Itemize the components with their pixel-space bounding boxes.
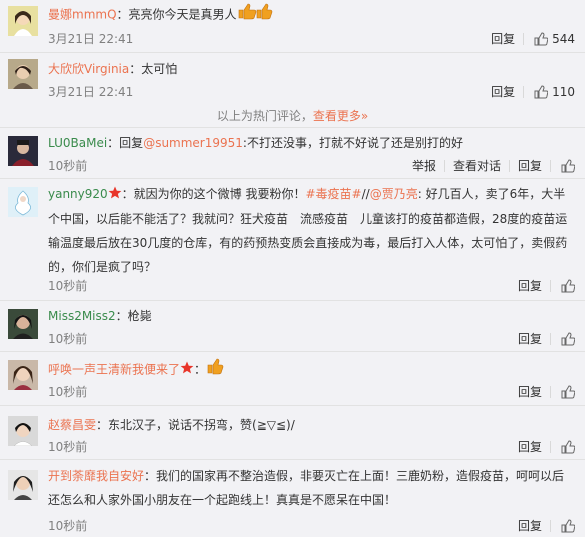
thumbs-up-icon (561, 518, 575, 533)
comment-actions: 回复 (510, 517, 575, 534)
thumbs-up-icon (534, 84, 549, 99)
reply-button[interactable]: 回复 (510, 517, 550, 534)
like-count: 544 (552, 31, 575, 46)
username[interactable]: 曼娜mmmQ (48, 8, 117, 22)
comment-text: ： (194, 362, 207, 377)
reply-button[interactable]: 回复 (483, 83, 523, 100)
username[interactable]: yanny920 (48, 187, 108, 201)
comment-actions: 回复 110 (483, 83, 575, 100)
comment-actions: 回复 (510, 383, 575, 400)
reply-button[interactable]: 回复 (483, 30, 523, 47)
timestamp: 10秒前 (48, 440, 88, 454)
comment-text: ：东北汉子，说话不拐弯，赞(≧▽≦)/ (96, 418, 295, 432)
like-count: 110 (552, 84, 575, 99)
comment-7: 赵蔡昌雯：东北汉子，说话不拐弯，赞(≧▽≦)/ 10秒前 回复 (0, 406, 585, 457)
timestamp: 3月21日 22:41 (48, 85, 134, 99)
avatar[interactable] (8, 136, 38, 166)
avatar[interactable] (8, 59, 38, 89)
comment-content: LU0BaMei：回复@summer19951:不打还没事，打就不好说了还是别打… (48, 131, 577, 155)
comment-text: ：亮亮你今天是真男人 (116, 7, 237, 22)
timestamp: 10秒前 (48, 159, 88, 173)
hot-comments-text: 以上为热门评论， (216, 109, 313, 123)
username[interactable]: 大欣欣Virginia (48, 62, 129, 76)
avatar[interactable] (8, 470, 38, 500)
comment-actions: 回复 (510, 277, 575, 294)
avatar[interactable] (8, 360, 38, 390)
thumbs-up-icon (561, 331, 575, 346)
timestamp: 10秒前 (48, 385, 88, 399)
comment-text-rest: :不打还没事，打就不好说了还是别打的好 (242, 136, 463, 150)
like-button[interactable] (551, 518, 575, 533)
reply-button[interactable]: 回复 (510, 438, 550, 455)
comment-5: Miss2Miss2：枪毙 10秒前 回复 (0, 301, 585, 351)
thumbs-up-emoji-icon (237, 2, 273, 28)
comment-content: 呼唤一声王清新我便来了 ： (48, 357, 577, 383)
star-badge-icon (180, 358, 194, 382)
comment-actions: 回复 544 (483, 30, 575, 47)
comment-actions: 回复 (510, 438, 575, 455)
timestamp: 3月21日 22:41 (48, 32, 134, 46)
comment-content: 赵蔡昌雯：东北汉子，说话不拐弯，赞(≧▽≦)/ (48, 413, 577, 437)
username[interactable]: 赵蔡昌雯 (48, 418, 96, 432)
comment-6: 呼唤一声王清新我便来了 ： 10秒前 回复 (0, 352, 585, 402)
like-button[interactable] (551, 439, 575, 454)
comment-content: Miss2Miss2：枪毙 (48, 304, 577, 328)
comment-text: ：枪毙 (115, 309, 152, 323)
avatar[interactable] (8, 187, 38, 217)
comment-content: 开到荼靡我自安好：我们的国家再不整治造假，非要灭亡在上面！三鹿奶粉，造假疫苗，呵… (48, 464, 576, 512)
comment-content: yanny920 ：就因为你的这个微博 我要粉你！#毒疫苗#//@贾乃亮: 好几百… (48, 182, 576, 279)
reply-button[interactable]: 回复 (510, 277, 550, 294)
reply-button[interactable]: 回复 (510, 330, 550, 347)
username[interactable]: Miss2Miss2 (48, 309, 116, 323)
mention-link[interactable]: @summer19951 (143, 136, 243, 150)
comment-3: LU0BaMei：回复@summer19951:不打还没事，打就不好说了还是别打… (0, 128, 585, 178)
username[interactable]: LU0BaMei (48, 136, 107, 150)
avatar[interactable] (8, 416, 38, 446)
thumbs-up-icon (561, 384, 575, 399)
thumbs-up-icon (534, 31, 549, 46)
view-more-link[interactable]: 查看更多» (313, 109, 368, 123)
mention-link[interactable]: @贾乃亮 (370, 187, 418, 201)
avatar[interactable] (8, 309, 38, 339)
timestamp: 10秒前 (48, 279, 88, 293)
comment-content: 曼娜mmmQ：亮亮你今天是真男人 (48, 2, 577, 28)
view-conversation-button[interactable]: 查看对话 (445, 157, 509, 174)
comment-2: 大欣欣Virginia：太可怕 3月21日 22:41 回复 110 (0, 53, 585, 103)
like-button[interactable]: 110 (524, 85, 575, 99)
comment-text-sep: // (361, 187, 370, 201)
comment-actions: 举报 查看对话 回复 (404, 157, 575, 174)
star-badge-icon (108, 183, 122, 207)
username[interactable]: 开到荼靡我自安好 (48, 469, 144, 483)
avatar[interactable] (8, 6, 38, 36)
like-button[interactable] (551, 278, 575, 293)
comment-4: yanny920 ：就因为你的这个微博 我要粉你！#毒疫苗#//@贾乃亮: 好几百… (0, 179, 585, 300)
report-button[interactable]: 举报 (404, 157, 444, 174)
reply-button[interactable]: 回复 (510, 157, 550, 174)
thumbs-up-emoji-icon (206, 357, 224, 383)
like-button[interactable] (551, 384, 575, 399)
timestamp: 10秒前 (48, 519, 88, 533)
thumbs-up-icon (561, 439, 575, 454)
comment-text: ：就因为你的这个微博 我要粉你！ (121, 187, 306, 201)
comment-8: 开到荼靡我自安好：我们的国家再不整治造假，非要灭亡在上面！三鹿奶粉，造假疫苗，呵… (0, 460, 585, 537)
like-button[interactable]: 544 (524, 32, 575, 46)
like-button[interactable] (551, 158, 575, 173)
reply-button[interactable]: 回复 (510, 383, 550, 400)
hot-comments-notice: 以上为热门评论，查看更多» (0, 108, 585, 124)
thumbs-up-icon (561, 158, 575, 173)
comment-1: 曼娜mmmQ：亮亮你今天是真男人 3月21日 22:41 回复 544 (0, 0, 585, 52)
comment-actions: 回复 (510, 330, 575, 347)
hashtag-link[interactable]: #毒疫苗# (306, 187, 362, 201)
username[interactable]: 呼唤一声王清新我便来了 (48, 363, 180, 377)
timestamp: 10秒前 (48, 332, 88, 346)
comment-text: ：太可怕 (129, 62, 178, 76)
like-button[interactable] (551, 331, 575, 346)
thumbs-up-icon (561, 278, 575, 293)
comment-text: ：回复 (107, 136, 144, 150)
comment-content: 大欣欣Virginia：太可怕 (48, 57, 577, 81)
